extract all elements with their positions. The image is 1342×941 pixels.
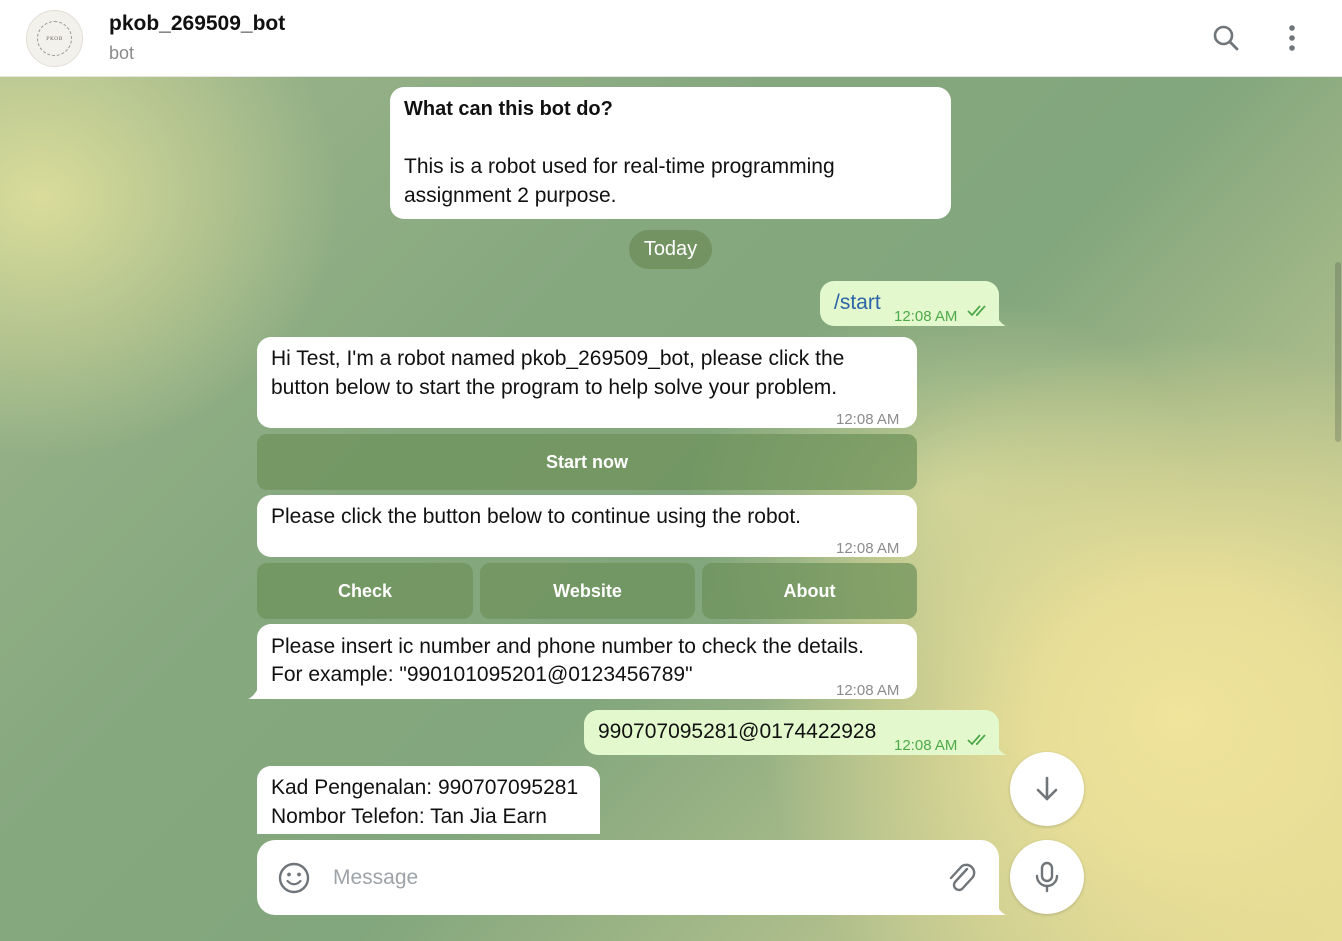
- about-button[interactable]: About: [702, 563, 917, 619]
- more-vertical-icon: [1289, 25, 1295, 51]
- bubble-tail: [993, 899, 1006, 915]
- emoji-icon: [278, 862, 310, 894]
- command-text[interactable]: /start: [834, 288, 881, 317]
- result-line1: Kad Pengenalan: 990707095281: [271, 776, 579, 799]
- message-time: 12:08 AM: [894, 737, 958, 754]
- date-divider: Today: [629, 230, 712, 269]
- arrow-down-icon: [1036, 776, 1058, 801]
- greeting-line2: button below to start the program to hel…: [271, 376, 838, 399]
- bubble-tail: [993, 739, 1006, 755]
- check-button[interactable]: Check: [257, 563, 473, 619]
- continue-text: Please click the button below to continu…: [271, 505, 802, 528]
- paperclip-icon: [949, 863, 976, 892]
- message-time: 12:08 AM: [836, 411, 900, 428]
- incoming-message: Please click the button below to continu…: [257, 495, 917, 557]
- read-checkmarks-icon: [967, 305, 986, 317]
- chat-title[interactable]: pkob_269509_bot: [109, 12, 285, 36]
- message-input[interactable]: [333, 860, 933, 896]
- incoming-message: Please insert ic number and phone number…: [257, 624, 917, 699]
- emoji-button[interactable]: [277, 861, 311, 895]
- search-button[interactable]: [1208, 20, 1244, 56]
- bot-info-title: What can this bot do?: [404, 98, 613, 120]
- attach-button[interactable]: [945, 860, 979, 896]
- bot-avatar[interactable]: PKOB: [26, 10, 83, 67]
- bot-info-line1: This is a robot used for real-time progr…: [404, 155, 835, 178]
- avatar-logo-text: PKOB: [46, 36, 63, 42]
- insert-line1: Please insert ic number and phone number…: [271, 635, 865, 658]
- microphone-icon: [1035, 861, 1059, 893]
- chat-header: PKOB pkob_269509_bot bot: [0, 0, 1342, 77]
- clip-region: Kad Pengenalan: 990707095281 Nombor Tele…: [257, 766, 602, 834]
- message-time: 12:08 AM: [894, 308, 958, 325]
- incoming-message: Hi Test, I'm a robot named pkob_269509_b…: [257, 337, 917, 428]
- read-checkmarks-icon: [967, 734, 986, 746]
- bubble-tail: [248, 683, 261, 699]
- outgoing-message[interactable]: 990707095281@0174422928 12:08 AM: [584, 710, 999, 755]
- telegram-app: PKOB pkob_269509_bot bot What can this b…: [0, 0, 1342, 941]
- voice-message-button[interactable]: [1010, 840, 1084, 914]
- start-now-button[interactable]: Start now: [257, 434, 917, 490]
- incoming-message: Kad Pengenalan: 990707095281 Nombor Tele…: [257, 766, 600, 834]
- greeting-line1: Hi Test, I'm a robot named pkob_269509_b…: [271, 347, 845, 370]
- message-composer: [257, 840, 999, 915]
- search-icon: [1213, 25, 1239, 51]
- bot-info-card: What can this bot do? This is a robot us…: [390, 87, 951, 219]
- scrollbar-thumb[interactable]: [1335, 262, 1341, 442]
- result-line2: Nombor Telefon: Tan Jia Earn: [271, 805, 547, 828]
- message-text: 990707095281@0174422928: [598, 720, 877, 743]
- more-options-button[interactable]: [1274, 20, 1310, 56]
- bubble-tail: [993, 310, 1006, 326]
- chat-subtitle: bot: [109, 43, 135, 63]
- message-time: 12:08 AM: [836, 540, 900, 557]
- outgoing-message[interactable]: /start 12:08 AM: [820, 281, 999, 326]
- message-time: 12:08 AM: [836, 682, 900, 699]
- website-button[interactable]: Website: [480, 563, 695, 619]
- insert-line2: For example: "990101095201@0123456789": [271, 663, 693, 686]
- bot-info-line2: assignment 2 purpose.: [404, 184, 617, 207]
- scroll-to-bottom-button[interactable]: [1010, 752, 1084, 826]
- scrollbar-track[interactable]: [1334, 77, 1342, 941]
